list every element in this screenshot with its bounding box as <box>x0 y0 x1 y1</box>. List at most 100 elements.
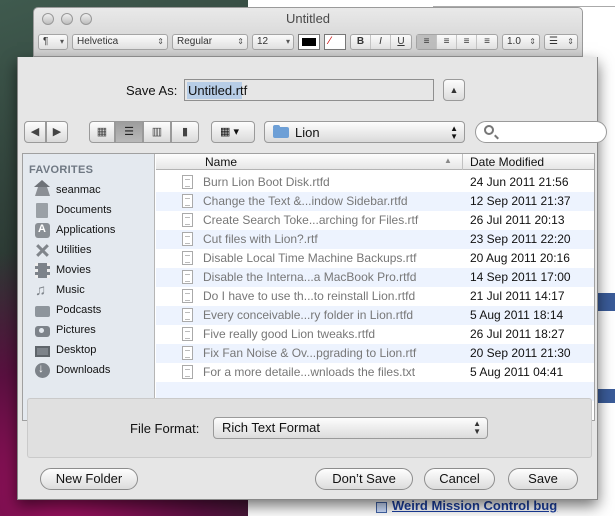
file-format-value: Rich Text Format <box>222 420 321 435</box>
align-right-icon[interactable]: ≡ <box>477 35 497 49</box>
coverflow-view-button[interactable]: ▮ <box>171 121 199 143</box>
sidebar-item-downloads[interactable]: Downloads <box>35 360 110 380</box>
sidebar-item-utilities[interactable]: Utilities <box>35 240 91 260</box>
document-icon <box>182 327 193 341</box>
file-row[interactable]: Fix Fan Noise & Ov...pgrading to Lion.rt… <box>156 344 594 363</box>
sort-ascending-icon: ▲ <box>444 156 452 165</box>
window-title: Untitled <box>285 11 331 26</box>
document-icon <box>182 289 193 303</box>
file-row[interactable]: Every conceivable...ry folder in Lion.rt… <box>156 306 594 325</box>
sidebar-item-label: seanmac <box>56 184 101 196</box>
align-center-icon[interactable]: ≡ <box>437 35 457 49</box>
sidebar-item-label: Desktop <box>56 344 97 356</box>
forward-button[interactable]: ▶ <box>46 121 68 143</box>
music-icon: ♫ <box>35 281 47 299</box>
coverflow-icon: ▮ <box>181 126 189 138</box>
sidebar-item-podcasts[interactable]: Podcasts <box>35 300 101 320</box>
align-justify-icon[interactable]: ≡ <box>457 35 477 49</box>
sidebar-header: FAVORITES <box>29 164 94 176</box>
sidebar-item-desktop[interactable]: Desktop <box>35 340 96 360</box>
save-sheet-toolbar: ◀ ▶ ▦ ☰ ▥ ▮ ▦ ▾ Lion ▲ ▼ <box>24 121 607 147</box>
utilities-icon <box>35 243 50 258</box>
location-popup[interactable]: Lion ▲ ▼ <box>264 121 465 143</box>
file-name: Do I have to use th...to reinstall Lion.… <box>203 289 416 303</box>
documents-icon <box>36 202 48 218</box>
document-icon <box>182 232 193 246</box>
movies-icon <box>35 262 50 278</box>
file-name: Fix Fan Noise & Ov...pgrading to Lion.rt… <box>203 346 417 360</box>
new-folder-button[interactable]: New Folder <box>40 468 138 490</box>
back-button[interactable]: ◀ <box>24 121 46 143</box>
file-name: Cut files with Lion?.rtf <box>203 232 318 246</box>
sidebar-item-label: Downloads <box>56 364 111 376</box>
file-name: For a more detaile...wnloads the files.t… <box>203 365 416 379</box>
column-header-name[interactable]: Name <box>205 155 237 169</box>
save-sheet: Save As: ▲ ◀ ▶ ▦ ☰ ▥ ▮ ▦ ▾ Lion ▲▼ FAVOR… <box>17 57 607 500</box>
file-name: Change the Text &...indow Sidebar.rtfd <box>203 194 408 208</box>
file-row[interactable]: Burn Lion Boot Disk.rtfd 24 Jun 2011 21:5… <box>156 173 594 192</box>
italic-button[interactable]: I <box>371 35 391 49</box>
sidebar-item-pictures[interactable]: Pictures <box>35 320 96 340</box>
alignment-buttons: ≡ ≡ ≡ ≡ <box>416 34 498 50</box>
arrange-popup[interactable]: ▦ ▾ <box>211 121 255 143</box>
list-bullets-popup[interactable]: ☰ ⇕ <box>544 34 578 50</box>
file-format-popup[interactable]: Rich Text Format ▲ ▼ <box>213 417 488 439</box>
background-color-well[interactable]: ⁄ <box>324 34 346 50</box>
paragraph-style-popup[interactable]: ¶ ▾ <box>38 34 68 50</box>
expand-sheet-button[interactable]: ▲ <box>443 79 465 101</box>
save-button[interactable]: Save <box>508 468 578 490</box>
column-header-date[interactable]: Date Modified <box>470 155 544 169</box>
document-icon <box>182 346 193 360</box>
file-row[interactable]: Disable Local Time Machine Backups.rtf 20… <box>156 249 594 268</box>
file-row[interactable]: Disable the Interna...a MacBook Pro.rtfd… <box>156 268 594 287</box>
format-bar: ¶ ▾ Helvetica ⇕ Regular ⇕ 12 ▾ ⁄ B I U ≡ ≡ ≡… <box>38 32 578 52</box>
filename-input[interactable] <box>184 79 434 101</box>
file-name: Burn Lion Boot Disk.rtfd <box>203 175 330 189</box>
font-size-combo[interactable]: 12 ▾ <box>252 34 294 50</box>
list-icon: ☰ <box>549 36 558 47</box>
sidebar: FAVORITES seanmac Documents Applications… <box>23 154 155 420</box>
arrange-grid-icon: ▦ ▾ <box>220 126 239 138</box>
document-icon <box>182 175 193 189</box>
column-view-button[interactable]: ▥ <box>143 121 171 143</box>
no-color-icon: ⁄ <box>329 35 331 47</box>
sidebar-item-applications[interactable]: Applications <box>35 220 115 240</box>
file-row[interactable]: For a more detaile...wnloads the files.t… <box>156 363 594 382</box>
file-date: 21 Jul 2011 14:17 <box>470 289 565 303</box>
bold-button[interactable]: B <box>351 35 371 49</box>
line-spacing-popup[interactable]: 1.0 ⇕ <box>502 34 540 50</box>
file-row[interactable]: Cut files with Lion?.rtf 23 Sep 2011 22:2… <box>156 230 594 249</box>
file-date: 24 Jun 2011 21:56 <box>470 175 569 189</box>
file-date: 26 Jul 2011 20:13 <box>470 213 565 227</box>
file-row[interactable]: Five really good Lion tweaks.rtfd 26 Jul … <box>156 325 594 344</box>
icon-view-button[interactable]: ▦ <box>89 121 115 143</box>
file-row[interactable]: Do I have to use th...to reinstall Lion.… <box>156 287 594 306</box>
file-row[interactable]: Create Search Toke...arching for Files.r… <box>156 211 594 230</box>
underline-button[interactable]: U <box>391 35 411 49</box>
dont-save-button[interactable]: Don’t Save <box>315 468 413 490</box>
sidebar-item-documents[interactable]: Documents <box>35 200 112 220</box>
file-name: Every conceivable...ry folder in Lion.rt… <box>203 308 414 322</box>
search-field[interactable] <box>475 121 607 143</box>
column-view-icon: ▥ <box>151 126 163 138</box>
applications-icon <box>35 222 50 238</box>
file-format-label: File Format: <box>130 421 200 436</box>
file-row[interactable]: Change the Text &...indow Sidebar.rtfd 12… <box>156 192 594 211</box>
text-color-well[interactable] <box>298 34 320 50</box>
document-icon <box>182 213 193 227</box>
list-view-button[interactable]: ☰ <box>115 121 143 143</box>
sidebar-item-movies[interactable]: Movies <box>35 260 91 280</box>
podcasts-icon <box>35 305 50 317</box>
browser-article-link[interactable]: Weird Mission Control bug <box>392 498 557 513</box>
document-icon <box>182 365 193 379</box>
cancel-button[interactable]: Cancel <box>424 468 495 490</box>
typeface-popup[interactable]: Regular ⇕ <box>172 34 248 50</box>
font-family-popup[interactable]: Helvetica ⇕ <box>72 34 168 50</box>
sidebar-item-seanmac[interactable]: seanmac <box>34 180 101 200</box>
updown-icon: ▲ ▼ <box>473 419 481 436</box>
sidebar-item-music[interactable]: ♫ Music <box>35 280 85 300</box>
align-left-icon[interactable]: ≡ <box>417 35 437 49</box>
home-icon <box>34 180 50 196</box>
browser-url-bar[interactable] <box>433 0 615 7</box>
sidebar-item-label: Podcasts <box>56 304 102 316</box>
